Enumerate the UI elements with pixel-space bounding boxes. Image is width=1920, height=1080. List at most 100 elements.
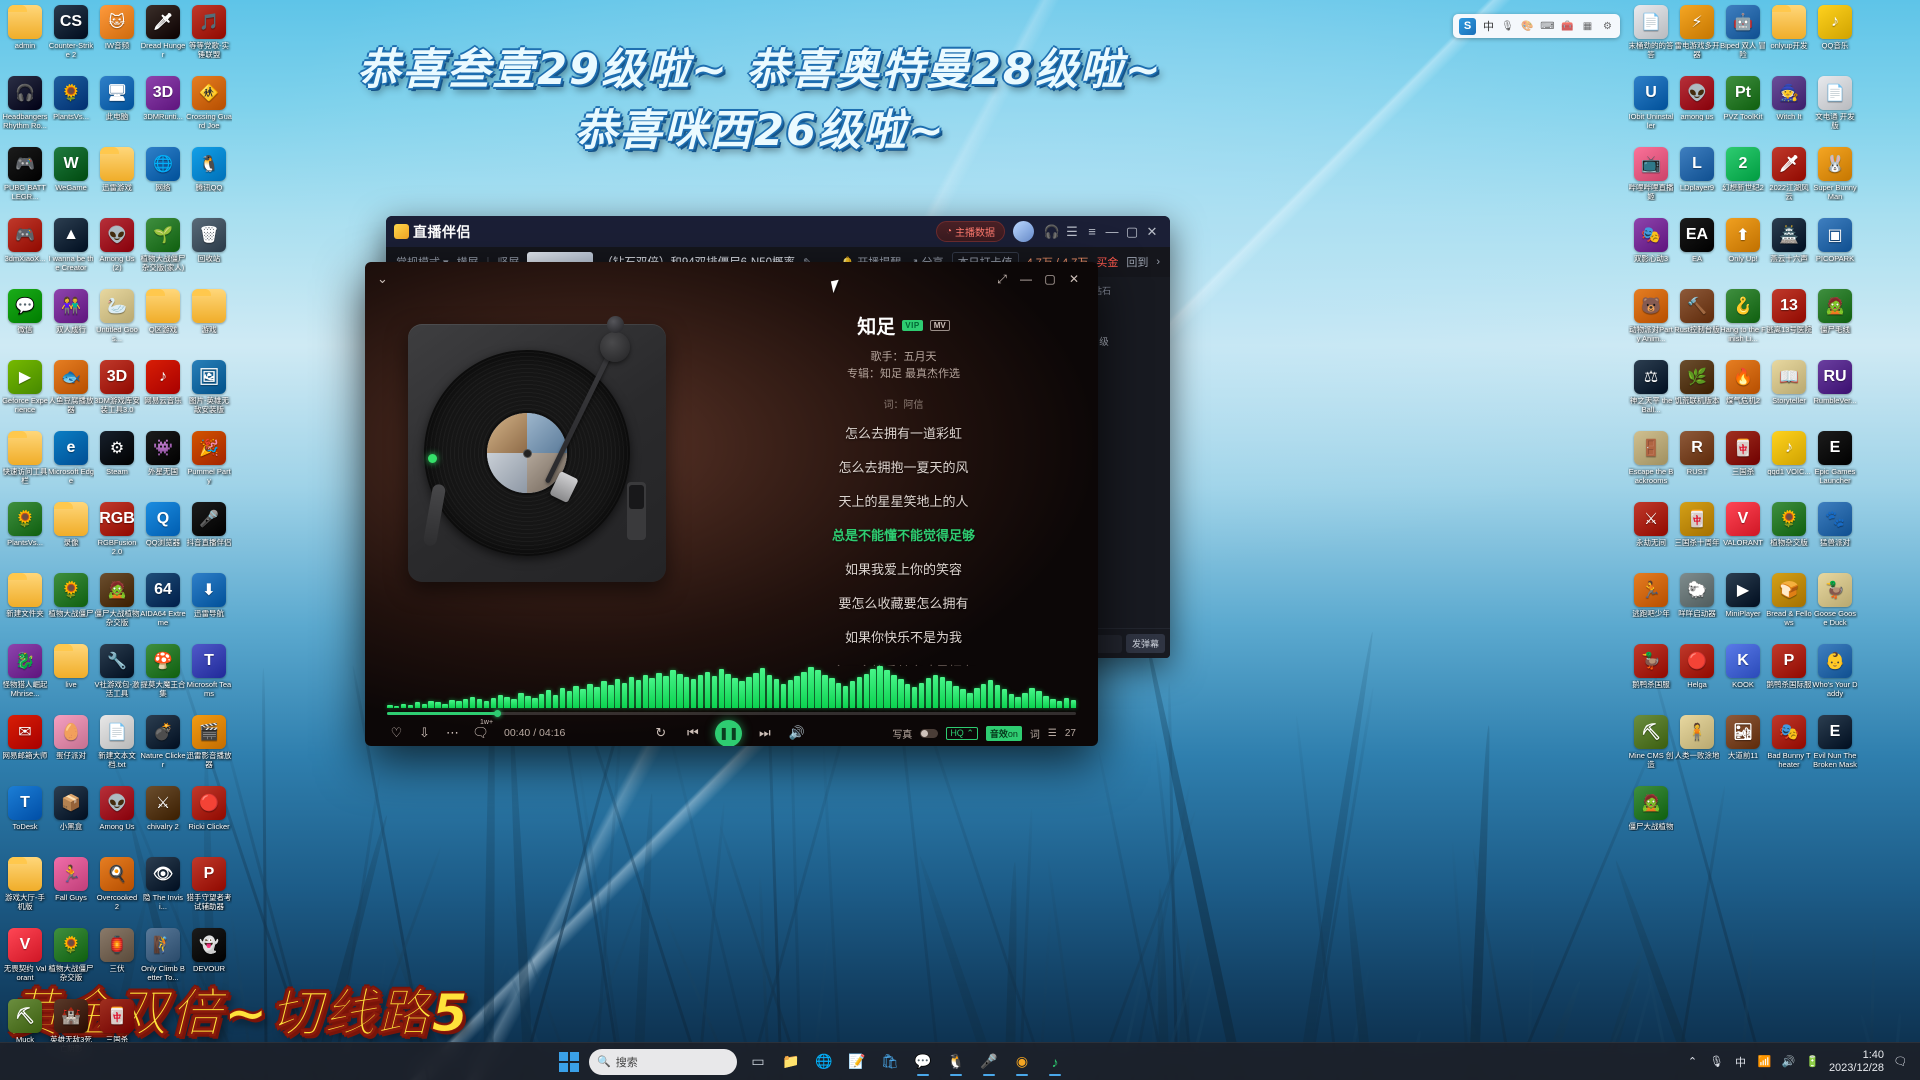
desktop-icon[interactable]: 2 幻想新世纪2 — [1720, 144, 1766, 215]
taskbar-app-notepad[interactable]: 📝 — [842, 1047, 872, 1077]
desktop-icon[interactable]: 🐉 怪物猎人崛起Mhrise... — [2, 641, 48, 712]
desktop-icon[interactable]: ⚙ Steam — [94, 428, 140, 499]
desktop-icon[interactable]: 🌻 植物杂交版 — [1766, 499, 1812, 570]
desktop-icon[interactable]: 录像 — [48, 499, 94, 570]
desktop-icon[interactable]: 📦 小黑盒 — [48, 783, 94, 854]
desktop-icon[interactable]: 🔴 Helga — [1674, 641, 1720, 712]
desktop-icon[interactable]: EA EA — [1674, 215, 1720, 286]
desktop-icon[interactable]: 🐰 Super Bunny Man — [1812, 144, 1858, 215]
player-right-controls[interactable]: 写真 HQ ⌃ 音效on 词 ☰ 27 — [892, 726, 1076, 741]
desktop-icon[interactable]: 🎵 等等党歌-实锤联盟 — [186, 2, 232, 73]
desktop-icon[interactable]: 📄 末桶劲的的答答 — [1628, 2, 1674, 73]
desktop-icon[interactable]: W WeGame — [48, 144, 94, 215]
desktop-icon[interactable]: 🐑 咩咩启动器 — [1674, 570, 1720, 641]
desktop-icon[interactable]: 游戏大厅-手机版 — [2, 854, 48, 925]
desktop-icon[interactable]: 🏃 逃跑吧少年 — [1628, 570, 1674, 641]
taskbar-app-task-view[interactable]: ▭ — [743, 1047, 773, 1077]
lyric-line[interactable]: 怎么去拥抱一夏天的风 — [709, 457, 1098, 476]
taskbar-apps[interactable]: ▭ 📁 🌐 📝 🛍 💬 🐧 🎤 ◉ ♪ — [743, 1047, 1070, 1077]
search-box[interactable]: 🔍 搜索 — [589, 1049, 737, 1075]
desktop-icon[interactable]: ⬇ 迅雷导航 — [186, 570, 232, 641]
lyric-line[interactable]: 总是不能懂不能觉得足够 — [709, 525, 1098, 544]
desktop-icon[interactable]: 🧟 僵尸大战植物杂交版 — [94, 570, 140, 641]
system-tray[interactable]: ⌃ 🎙 中 📶 🔊 🔋 1:40 2023/12/28 🗨 — [1685, 1049, 1914, 1075]
heart-icon[interactable]: ♡ — [387, 724, 406, 743]
playlist-icon[interactable]: ☰ — [1048, 728, 1057, 739]
desktop-icon[interactable]: ⚔ 永劫无间 — [1628, 499, 1674, 570]
comment-icon[interactable]: 🗨 1w+ — [471, 724, 490, 743]
desktop-icon[interactable]: 📖 Storyteller — [1766, 357, 1812, 428]
desktop-icon[interactable]: 👽 among us — [1674, 73, 1720, 144]
progress-bar[interactable] — [387, 712, 1076, 715]
desktop-icon[interactable]: 🌐 网络 — [140, 144, 186, 215]
desktop-icon[interactable]: 🧙 Witch It — [1766, 73, 1812, 144]
desktop-icon[interactable]: onlyup开发 — [1766, 2, 1812, 73]
desktop-icon[interactable]: 🗡 Dread Hunger — [140, 2, 186, 73]
close-icon[interactable]: ✕ — [1142, 222, 1162, 242]
taskbar-app-qq[interactable]: 🐧 — [941, 1047, 971, 1077]
previous-icon[interactable]: ⏮ — [683, 724, 702, 743]
battery-icon[interactable]: 🔋 — [1805, 1054, 1820, 1069]
desktop-icon[interactable]: ▶ Geforce Experience — [2, 357, 48, 428]
minimize-icon[interactable]: — — [1102, 222, 1122, 242]
desktop-icon[interactable]: 🌻 植物大战僵尸 — [48, 570, 94, 641]
windows-start-icon[interactable] — [555, 1048, 583, 1076]
taskbar[interactable]: 🔍 搜索 ▭ 📁 🌐 📝 🛍 💬 🐧 🎤 ◉ ♪ ⌃ 🎙 中 📶 🔊 🔋 1:40 2023/12… — [0, 1042, 1920, 1080]
desktop-icon[interactable]: 🖥 此电脑 — [94, 73, 140, 144]
desktop-icon[interactable]: U IObit Uninstaller — [1628, 73, 1674, 144]
desktop-icon[interactable]: 快速访问工具栏 — [2, 428, 48, 499]
desktop-icon[interactable]: 🗑 回收站 — [186, 215, 232, 286]
desktop-icon[interactable]: ♪ QQ音乐 — [1812, 2, 1858, 73]
desktop-icon[interactable]: ♪ qqd1 VOIC... — [1766, 428, 1812, 499]
desktop-icon[interactable]: CS Counter-Strike 2 — [48, 2, 94, 73]
desktop-icon[interactable]: 🐱 IW音频 — [94, 2, 140, 73]
desktop-icon[interactable]: 🏜 大道前11 — [1720, 712, 1766, 783]
desktop-icon[interactable]: 新建文件夹 — [2, 570, 48, 641]
pause-icon[interactable]: ❚❚ — [715, 720, 742, 747]
desktop-icon[interactable]: 🎉 Pummel Party — [186, 428, 232, 499]
grid-icon[interactable]: ▦ — [1581, 20, 1594, 33]
next-icon[interactable]: ⏭ — [755, 724, 774, 743]
taskbar-app-chrome[interactable]: ◉ — [1007, 1047, 1037, 1077]
desktop-icon[interactable]: 👽 Among Us — [94, 783, 140, 854]
desktop-icon[interactable]: ▣ PICOPARK — [1812, 215, 1858, 286]
desktop-icon[interactable]: ⚡ 雷电游戏多开器 — [1674, 2, 1720, 73]
desktop-icon[interactable]: 🐻 动物派对Party Anim... — [1628, 286, 1674, 357]
desktop-icon[interactable]: 64 AIDA64 Extreme — [140, 570, 186, 641]
headphone-icon[interactable]: 🎧 — [1042, 222, 1062, 242]
volume-icon[interactable]: 🔊 — [787, 724, 806, 743]
transport-controls[interactable]: ↻ ⏮ ❚❚ ⏭ 🔊 — [651, 720, 806, 747]
desktop-icon[interactable]: 👾 外星无国 — [140, 428, 186, 499]
desktop-icon[interactable]: 🔴 Ricki Clicker — [186, 783, 232, 854]
desktop-icon[interactable]: 🔨 Rust控制台版 — [1674, 286, 1720, 357]
desktop-icon[interactable]: 📄 文电通 开发版 — [1812, 73, 1858, 144]
avatar[interactable] — [1013, 221, 1034, 242]
desktop-icon[interactable]: ▲ I wanna be the Creator — [48, 215, 94, 286]
desktop-icon[interactable]: Q区游戏 — [140, 286, 186, 357]
desktop-icon[interactable]: 👶 Who's Your Daddy — [1812, 641, 1858, 712]
taskbar-app-store[interactable]: 🛍 — [875, 1047, 905, 1077]
more-icon[interactable]: ⋯ — [443, 724, 462, 743]
mv-badge[interactable]: MV — [930, 320, 950, 331]
chevron-down-icon[interactable]: ⌄ — [377, 271, 388, 287]
desktop-icon[interactable]: 🀄 三国杀十周年 — [1674, 499, 1720, 570]
photo-mode-toggle[interactable] — [920, 729, 938, 738]
desktop-icon[interactable]: 🏮 三伏 — [94, 925, 140, 996]
desktop-icon[interactable]: 📄 新建文本文档.txt — [94, 712, 140, 783]
desktop-icon[interactable]: 🐧 腾讯QQ — [186, 144, 232, 215]
desktop-icon[interactable]: admin — [2, 2, 48, 73]
desktop-icon[interactable]: ⚖ 神之天平 the Ball... — [1628, 357, 1674, 428]
taskbar-app-wechat[interactable]: 💬 — [908, 1047, 938, 1077]
desktop-icon[interactable]: 🪝 Hang to the Finish Li... — [1720, 286, 1766, 357]
desktop-icon[interactable]: 13 逃离13号医院 — [1766, 286, 1812, 357]
desktop-icon[interactable]: 🥚 蛋仔派对 — [48, 712, 94, 783]
desktop-icon[interactable]: 🎭 双影心动3 — [1628, 215, 1674, 286]
network-icon[interactable]: 📶 — [1757, 1054, 1772, 1069]
lyric-line[interactable]: 如果我爱上你的笑容 — [709, 559, 1098, 578]
desktop-icon[interactable]: 🧗 Only Climb Better To... — [140, 925, 186, 996]
desktop-icon[interactable]: 🗡 2022江湖风云 — [1766, 144, 1812, 215]
desktop-icon[interactable]: V 无畏契约 Valorant — [2, 925, 48, 996]
taskbar-app-qqmusic[interactable]: ♪ — [1040, 1047, 1070, 1077]
desktop-icon[interactable]: 🎤 抖音直播伴侣 — [186, 499, 232, 570]
desktop-icon[interactable]: 🎧 Headbangers Rhythm Ro... — [2, 73, 48, 144]
